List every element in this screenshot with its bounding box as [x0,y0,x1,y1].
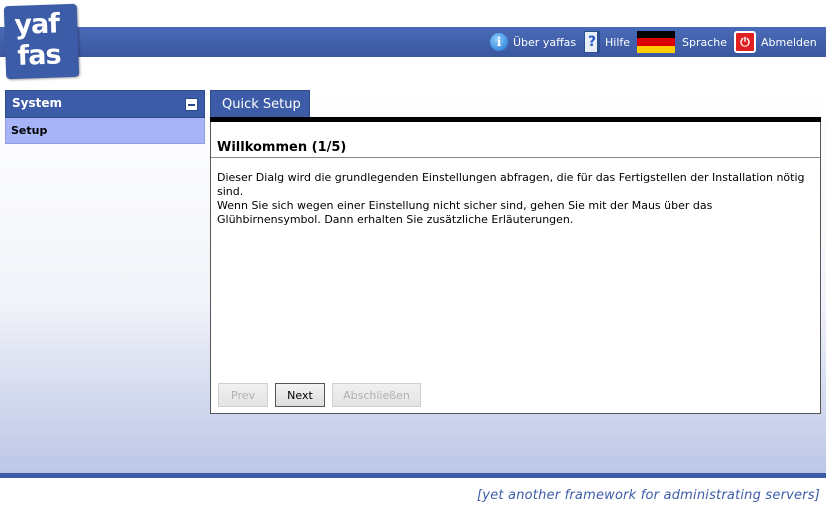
divider [211,157,820,158]
welcome-paragraph-1: Dieser Dialg wird die grundlegenden Eins… [217,171,805,198]
flag-stripe-black [637,31,675,39]
logo-text-top: yaf [13,8,60,41]
tab-label: Quick Setup [222,97,301,112]
sidebar: System Setup [5,90,205,144]
logout-label: Abmelden [761,35,817,49]
sidebar-section-title: System [12,96,62,110]
help-link[interactable]: ? Hilfe [584,27,630,57]
power-icon: ⏻ [734,31,756,53]
page-title: Willkommen (1/5) [217,140,347,155]
welcome-paragraph-2: Wenn Sie sich wegen einer Einstellung ni… [217,199,713,226]
top-bar: i Über yaffas ? Hilfe Sprache ⏻ Abmelden [0,27,826,57]
about-link[interactable]: i Über yaffas [490,27,576,57]
tab-quick-setup[interactable]: Quick Setup [210,90,310,118]
german-flag-icon [637,31,675,53]
logo-text-bottom: fas [16,39,62,72]
welcome-text: Dieser Dialg wird die grundlegenden Eins… [217,171,807,227]
sidebar-item-setup[interactable]: Setup [5,118,205,144]
collapse-icon[interactable] [185,98,198,111]
info-icon: i [490,33,508,51]
flag-stripe-gold [637,45,675,53]
flag-stripe-red [637,38,675,46]
yaffas-logo[interactable]: yaf fas [3,3,80,80]
setup-panel: Willkommen (1/5) Dieser Dialg wird die g… [210,122,821,414]
footer-bar [0,473,826,478]
finish-button[interactable]: Abschließen [332,383,421,407]
help-book-icon: ? [584,31,600,53]
sidebar-item-label: Setup [11,124,48,137]
help-label: Hilfe [605,35,631,49]
about-label: Über yaffas [513,35,577,49]
logout-link[interactable]: ⏻ Abmelden [734,27,817,57]
sidebar-section-system[interactable]: System [5,90,205,118]
footer-tagline: [yet another framework for administratin… [477,488,820,503]
next-button[interactable]: Next [275,383,325,407]
language-label: Sprache [682,35,728,49]
language-link[interactable]: Sprache [637,27,727,57]
prev-button[interactable]: Prev [218,383,268,407]
